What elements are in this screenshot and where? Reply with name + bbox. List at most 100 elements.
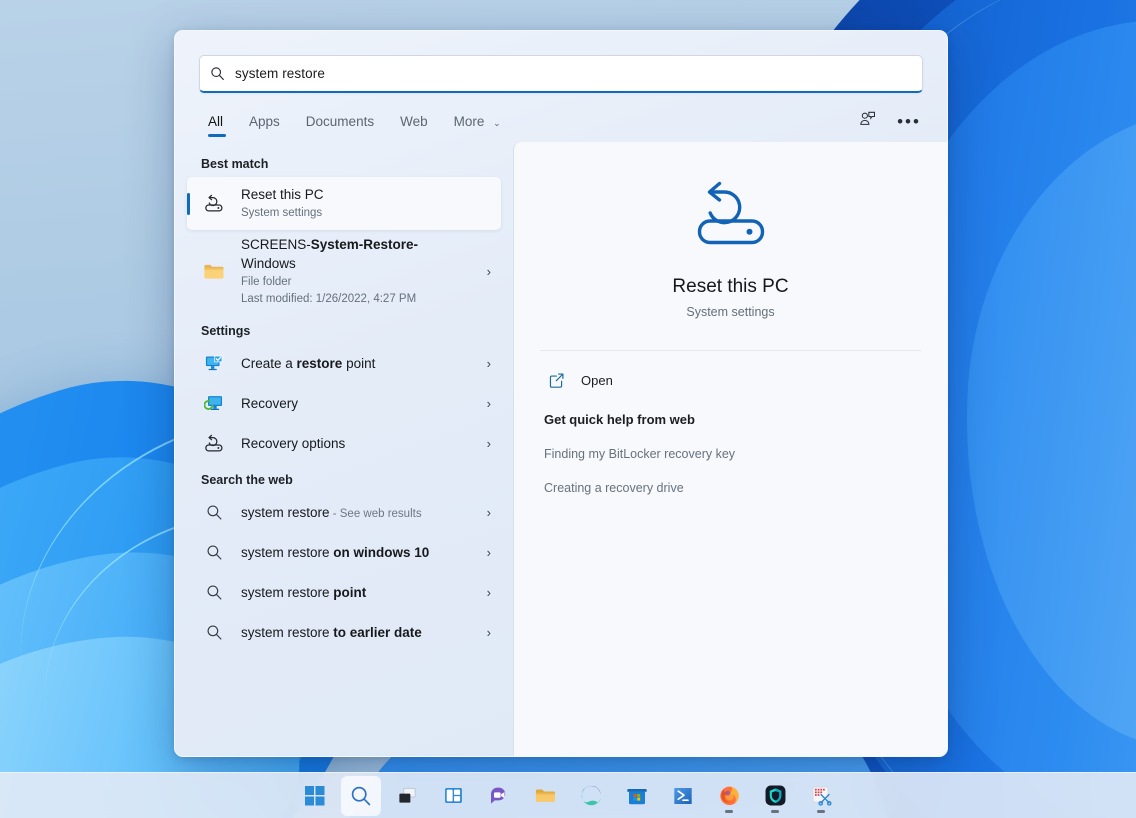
search-input[interactable]: system restore xyxy=(199,55,923,93)
tab-web[interactable]: Web xyxy=(387,110,441,140)
result-text: system restore point xyxy=(241,584,481,602)
security-app-button[interactable] xyxy=(756,777,794,815)
result-text: SCREENS-System-Restore- Windows File fold… xyxy=(241,236,481,307)
chevron-right-icon[interactable]: › xyxy=(481,505,491,520)
tab-apps[interactable]: Apps xyxy=(236,110,293,140)
search-content: Best match Reset this PC System settings xyxy=(175,142,947,756)
windows-logo-icon xyxy=(305,785,325,805)
running-indicator xyxy=(817,809,825,813)
search-icon xyxy=(351,786,371,805)
search-icon xyxy=(201,500,227,526)
result-title: SCREENS-System-Restore- Windows xyxy=(241,237,419,271)
search-icon xyxy=(201,620,227,646)
result-item-recovery-options[interactable]: Recovery options › xyxy=(187,424,501,464)
result-item-web-on-windows-10[interactable]: system restore on windows 10 › xyxy=(187,533,501,573)
recovery-icon xyxy=(201,391,227,417)
shield-icon xyxy=(765,785,785,806)
preview-title: Reset this PC xyxy=(672,276,789,297)
task-view-button[interactable] xyxy=(388,777,426,815)
result-title: Recovery options xyxy=(241,435,346,451)
result-text: Recovery options xyxy=(241,435,481,453)
result-text: system restore to earlier date xyxy=(241,624,481,642)
search-button[interactable] xyxy=(342,776,380,815)
result-item-web-system-restore[interactable]: system restore - See web results › xyxy=(187,493,501,533)
firefox-icon xyxy=(719,786,739,806)
firefox-button[interactable] xyxy=(710,777,748,815)
snipping-tool-icon xyxy=(812,786,832,806)
chevron-right-icon[interactable]: › xyxy=(481,585,491,600)
preview-pane: Reset this PC System settings Open Get q… xyxy=(513,142,947,756)
chevron-right-icon[interactable]: › xyxy=(481,545,491,560)
result-title: system restore on windows 10 xyxy=(241,544,430,560)
result-title: Recovery xyxy=(241,395,299,411)
preview-subtitle: System settings xyxy=(686,305,775,319)
group-header-settings: Settings xyxy=(201,323,251,338)
result-subtitle: System settings xyxy=(241,207,323,220)
result-text: system restore on windows 10 xyxy=(241,544,481,562)
preview-actions: Open Get quick help from web Finding my … xyxy=(540,351,921,495)
header-actions: ••• xyxy=(853,108,923,142)
tab-all[interactable]: All xyxy=(199,110,236,140)
start-button[interactable] xyxy=(296,777,334,815)
chevron-right-icon[interactable]: › xyxy=(481,396,491,411)
help-link-recovery-drive[interactable]: Creating a recovery drive xyxy=(544,481,921,495)
result-item-screens-folder[interactable]: SCREENS-System-Restore- Windows File fold… xyxy=(187,230,501,315)
open-action-button[interactable]: Open xyxy=(540,365,921,396)
reset-pc-icon-large xyxy=(540,172,921,254)
result-text: Reset this PC System settings xyxy=(241,186,491,221)
search-icon xyxy=(201,580,227,606)
store-icon xyxy=(627,788,647,804)
result-text: Recovery xyxy=(241,395,481,413)
terminal-icon xyxy=(674,787,692,804)
widgets-button[interactable] xyxy=(434,777,472,815)
running-indicator xyxy=(725,809,733,813)
more-options-button[interactable]: ••• xyxy=(895,108,923,136)
feedback-icon xyxy=(859,111,876,133)
result-title: system restore - See web results xyxy=(241,504,422,520)
tab-documents[interactable]: Documents xyxy=(293,110,387,140)
edge-button[interactable] xyxy=(572,777,610,815)
terminal-button[interactable] xyxy=(664,777,702,815)
open-external-icon xyxy=(544,372,568,389)
result-title: system restore to earlier date xyxy=(241,624,422,640)
search-icon xyxy=(201,540,227,566)
result-item-recovery[interactable]: Recovery › xyxy=(187,384,501,424)
chevron-right-icon[interactable]: › xyxy=(481,264,491,279)
filter-tabs-row: All Apps Documents Web More ⌄ ••• xyxy=(175,93,947,142)
results-list[interactable]: Best match Reset this PC System settings xyxy=(175,142,513,756)
result-text: Create a restore point xyxy=(241,355,481,373)
preview-hero: Reset this PC System settings xyxy=(540,142,921,319)
search-icon xyxy=(210,66,225,81)
result-modified: Last modified: 1/26/2022, 4:27 PM xyxy=(241,292,417,305)
widgets-icon xyxy=(444,788,462,803)
result-item-web-point[interactable]: system restore point › xyxy=(187,573,501,613)
filter-tabs: All Apps Documents Web More ⌄ xyxy=(199,110,514,140)
chevron-right-icon[interactable]: › xyxy=(481,436,491,451)
chevron-right-icon[interactable]: › xyxy=(481,625,491,640)
result-subtitle: File folder xyxy=(241,275,292,288)
chat-button[interactable] xyxy=(480,777,518,815)
reset-pc-icon xyxy=(201,191,227,217)
recovery-options-icon xyxy=(201,431,227,457)
chat-icon xyxy=(491,787,506,804)
search-flyout-window: system restore All Apps Documents Web Mo… xyxy=(174,30,948,757)
file-explorer-button[interactable] xyxy=(526,777,564,815)
store-button[interactable] xyxy=(618,777,656,815)
tab-more[interactable]: More ⌄ xyxy=(441,110,514,140)
search-header: system restore xyxy=(175,31,947,93)
running-indicator xyxy=(771,809,779,813)
result-title: Create a restore point xyxy=(241,355,376,371)
snipping-tool-button[interactable] xyxy=(802,777,840,815)
edge-icon xyxy=(581,786,601,806)
result-item-reset-this-pc[interactable]: Reset this PC System settings xyxy=(187,177,501,231)
search-input-value: system restore xyxy=(235,66,325,81)
feedback-button[interactable] xyxy=(853,108,881,136)
quick-help-heading: Get quick help from web xyxy=(544,412,695,427)
help-link-bitlocker[interactable]: Finding my BitLocker recovery key xyxy=(544,447,921,461)
result-title: Reset this PC xyxy=(241,187,324,202)
result-item-web-to-earlier-date[interactable]: system restore to earlier date › xyxy=(187,613,501,653)
chevron-right-icon[interactable]: › xyxy=(481,356,491,371)
result-item-create-a-restore-point[interactable]: Create a restore point › xyxy=(187,344,501,384)
desktop: system restore All Apps Documents Web Mo… xyxy=(0,0,1136,818)
restore-point-icon xyxy=(201,351,227,377)
